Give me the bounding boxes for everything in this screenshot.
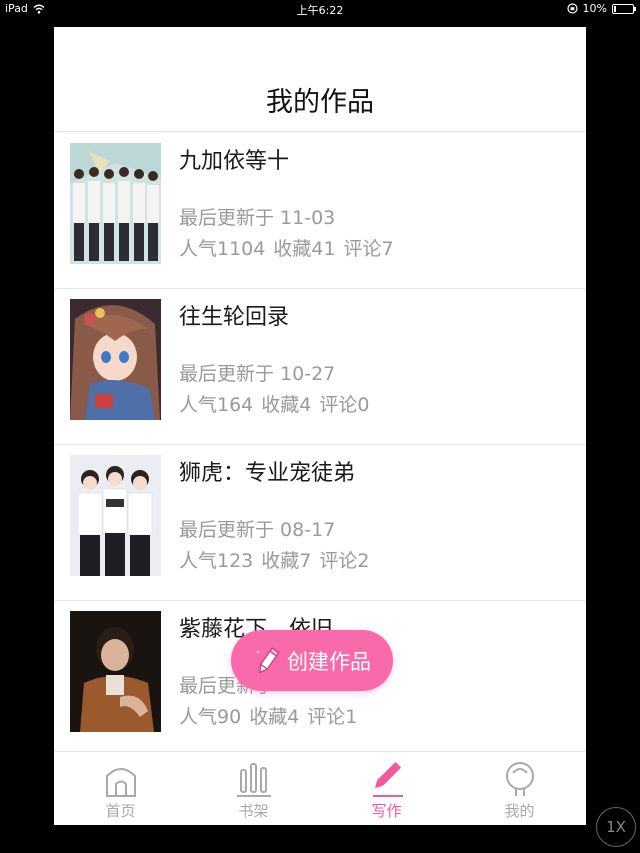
page-title: 我的作品 <box>266 87 374 118</box>
comments-count: 评论7 <box>343 238 394 260</box>
work-stats: 人气90 收藏4 评论1 <box>179 702 357 729</box>
pencil-icon <box>372 762 403 797</box>
tab-bar: 首页 书架 写作 我的 <box>54 751 586 825</box>
home-icon <box>105 768 136 797</box>
work-title: 往生轮回录 <box>179 305 290 330</box>
tab-profile[interactable]: 我的 <box>453 752 586 825</box>
comments-count: 评论1 <box>307 706 358 728</box>
work-stats: 人气164 收藏4 评论0 <box>179 390 369 417</box>
battery-percent: 10% <box>582 2 607 15</box>
popularity-count: 人气123 <box>179 550 254 572</box>
work-updated-date: 最后更新于 08-17 <box>179 519 336 541</box>
work-cover-image <box>70 611 161 732</box>
tab-write[interactable]: 写作 <box>320 752 453 825</box>
tab-bookshelf[interactable]: 书架 <box>187 752 320 825</box>
popularity-count: 人气1104 <box>179 238 266 260</box>
zoom-toggle-button[interactable]: 1X <box>596 807 636 847</box>
popularity-count: 人气90 <box>179 706 242 728</box>
pencil-icon <box>256 646 280 673</box>
orientation-lock-icon <box>566 3 578 14</box>
tab-write-label: 写作 <box>371 802 402 820</box>
comments-count: 评论0 <box>319 394 370 416</box>
favorites-count: 收藏7 <box>261 550 312 572</box>
work-title: 九加依等十 <box>179 149 290 174</box>
work-item[interactable]: 狮虎：专业宠徒弟 最后更新于 08-17 人气123 收藏7 评论2 <box>54 445 586 601</box>
tab-profile-label: 我的 <box>504 802 535 820</box>
bookshelf-icon <box>236 763 271 797</box>
status-bar: iPad 上午6:22 10% <box>0 0 640 18</box>
battery-icon <box>612 3 636 14</box>
create-work-button[interactable]: 创建作品 <box>231 630 393 691</box>
work-updated-date: 最后更新于 10-27 <box>179 363 336 385</box>
work-item[interactable]: 九加依等十 最后更新于 11-03 人气1104 收藏41 评论7 <box>54 133 586 289</box>
trio-photo-image <box>70 455 161 576</box>
favorites-count: 收藏41 <box>273 238 336 260</box>
work-title: 狮虎：专业宠徒弟 <box>179 461 356 486</box>
status-time: 上午6:22 <box>296 4 344 17</box>
work-cover-image <box>70 455 161 576</box>
work-cover-image <box>70 299 161 420</box>
work-updated-date: 最后更新于 11-03 <box>179 207 336 229</box>
group-photo-image <box>70 143 161 264</box>
anime-girl-image <box>70 299 161 420</box>
favorites-count: 收藏4 <box>249 706 300 728</box>
work-item[interactable]: 往生轮回录 最后更新于 10-27 人气164 收藏4 评论0 <box>54 289 586 445</box>
work-cover-image <box>70 143 161 264</box>
work-stats: 人气123 收藏7 评论2 <box>179 546 369 573</box>
navigation-bar: 我的作品 <box>54 27 586 132</box>
work-stats: 人气1104 收藏41 评论7 <box>179 234 394 261</box>
battery-level <box>614 5 616 12</box>
tab-bookshelf-label: 书架 <box>238 802 269 820</box>
comments-count: 评论2 <box>319 550 370 572</box>
popularity-count: 人气164 <box>179 394 254 416</box>
profile-icon <box>505 762 534 796</box>
favorites-count: 收藏4 <box>261 394 312 416</box>
tab-home-label: 首页 <box>105 802 136 820</box>
app-screen: 我的作品 九加依等十 最后更新于 11-03 人气1104 收藏41 评论7 往… <box>54 27 586 825</box>
create-work-label: 创建作品 <box>287 649 371 674</box>
boy-portrait-image <box>70 611 161 732</box>
tab-home[interactable]: 首页 <box>54 752 187 825</box>
